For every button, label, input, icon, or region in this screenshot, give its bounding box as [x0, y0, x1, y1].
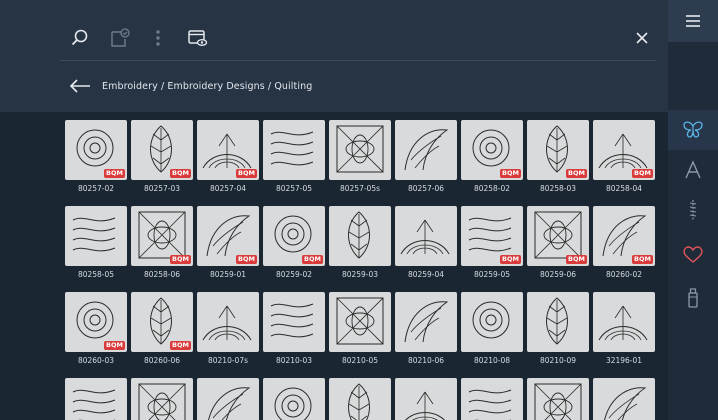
design-label: 80258-06 [143, 270, 181, 279]
bqm-badge: BQM [500, 255, 521, 264]
design-thumbnail[interactable] [197, 292, 259, 352]
design-thumbnail[interactable] [593, 378, 655, 420]
design-label: 80260-02 [605, 270, 643, 279]
design-label: 80210-03 [275, 356, 313, 365]
butterfly-icon[interactable] [668, 110, 718, 150]
design-thumbnail[interactable]: BQM [527, 206, 589, 266]
design-label: 80259-03 [341, 270, 379, 279]
bqm-badge: BQM [566, 255, 587, 264]
font-letter-icon[interactable] [668, 150, 718, 190]
bqm-badge: BQM [104, 169, 125, 178]
design-label: 32196-01 [605, 356, 643, 365]
design-label: 80257-05 [275, 184, 313, 193]
design-label: 80210-09 [539, 356, 577, 365]
menu-icon[interactable] [668, 0, 718, 42]
design-thumbnail[interactable] [395, 378, 457, 420]
design-thumbnail[interactable] [329, 292, 391, 352]
design-label: 80257-04 [209, 184, 247, 193]
design-thumbnail[interactable] [527, 378, 589, 420]
bqm-badge: BQM [500, 169, 521, 178]
design-thumbnail[interactable]: BQM [197, 120, 259, 180]
bqm-badge: BQM [170, 255, 191, 264]
design-label: 80210-06 [407, 356, 445, 365]
design-label: 80258-04 [605, 184, 643, 193]
bqm-badge: BQM [104, 341, 125, 350]
design-label: 80258-03 [539, 184, 577, 193]
design-thumbnail[interactable]: BQM [461, 206, 523, 266]
design-grid: BQM 80257-02 BQM 80257-03 BQM 80257-04 80257-0… [65, 120, 661, 420]
toolbar [60, 24, 660, 52]
design-thumbnail[interactable] [131, 378, 193, 420]
design-label: 80257-02 [77, 184, 115, 193]
design-label: 80258-02 [473, 184, 511, 193]
search-icon[interactable] [66, 24, 94, 52]
bqm-badge: BQM [632, 255, 653, 264]
bqm-badge: BQM [236, 169, 257, 178]
heart-icon[interactable] [668, 235, 718, 275]
design-thumbnail[interactable]: BQM [65, 120, 127, 180]
top-toolbar-panel: Embroidery / Embroidery Designs / Quilti… [0, 0, 668, 112]
design-thumbnail[interactable] [395, 120, 457, 180]
bqm-badge: BQM [302, 255, 323, 264]
design-thumbnail[interactable] [263, 120, 325, 180]
preview-window-icon[interactable] [184, 24, 212, 52]
design-thumbnail[interactable]: BQM [131, 120, 193, 180]
stitch-icon[interactable] [668, 190, 718, 230]
design-label: 80210-07s [207, 356, 249, 365]
document-check-icon[interactable] [106, 24, 134, 52]
design-label: 80259-02 [275, 270, 313, 279]
design-thumbnail[interactable]: BQM [593, 120, 655, 180]
design-thumbnail[interactable]: BQM [131, 292, 193, 352]
design-thumbnail[interactable]: BQM [263, 206, 325, 266]
design-thumbnail[interactable] [263, 292, 325, 352]
design-thumbnail[interactable] [329, 206, 391, 266]
category-sidebar [668, 0, 718, 420]
design-thumbnail[interactable] [461, 378, 523, 420]
design-label: 80210-08 [473, 356, 511, 365]
design-label: 80260-06 [143, 356, 181, 365]
design-thumbnail[interactable] [329, 378, 391, 420]
bqm-badge: BQM [566, 169, 587, 178]
header-divider [60, 60, 656, 61]
bqm-badge: BQM [170, 169, 191, 178]
bqm-badge: BQM [170, 341, 191, 350]
design-thumbnail[interactable]: BQM [527, 120, 589, 180]
design-thumbnail[interactable] [65, 378, 127, 420]
design-label: 80259-01 [209, 270, 247, 279]
design-label: 80257-03 [143, 184, 181, 193]
design-thumbnail[interactable]: BQM [461, 120, 523, 180]
design-thumbnail[interactable] [593, 292, 655, 352]
bqm-badge: BQM [632, 169, 653, 178]
design-label: 80259-04 [407, 270, 445, 279]
bqm-badge: BQM [236, 255, 257, 264]
design-thumbnail[interactable] [65, 206, 127, 266]
thread-spool-icon[interactable] [668, 278, 718, 318]
design-thumbnail[interactable]: BQM [593, 206, 655, 266]
design-thumbnail[interactable] [395, 292, 457, 352]
design-label: 80210-05 [341, 356, 379, 365]
design-thumbnail[interactable]: BQM [65, 292, 127, 352]
design-thumbnail[interactable] [527, 292, 589, 352]
breadcrumb: Embroidery / Embroidery Designs / Quilti… [68, 74, 312, 98]
design-label: 80259-05 [473, 270, 511, 279]
breadcrumb-path: Embroidery / Embroidery Designs / Quilti… [102, 80, 313, 92]
design-thumbnail[interactable] [395, 206, 457, 266]
design-label: 80258-05 [77, 270, 115, 279]
more-vertical-icon[interactable] [144, 24, 172, 52]
design-thumbnail[interactable] [329, 120, 391, 180]
design-label: 80257-06 [407, 184, 445, 193]
design-thumbnail[interactable] [263, 378, 325, 420]
design-label: 80259-06 [539, 270, 577, 279]
design-thumbnail[interactable]: BQM [131, 206, 193, 266]
close-icon[interactable] [628, 24, 656, 52]
design-label: 80257-05s [339, 184, 381, 193]
arrow-left-icon[interactable] [68, 74, 92, 98]
design-label: 80260-03 [77, 356, 115, 365]
design-thumbnail[interactable] [461, 292, 523, 352]
design-thumbnail[interactable] [197, 378, 259, 420]
design-thumbnail[interactable]: BQM [197, 206, 259, 266]
